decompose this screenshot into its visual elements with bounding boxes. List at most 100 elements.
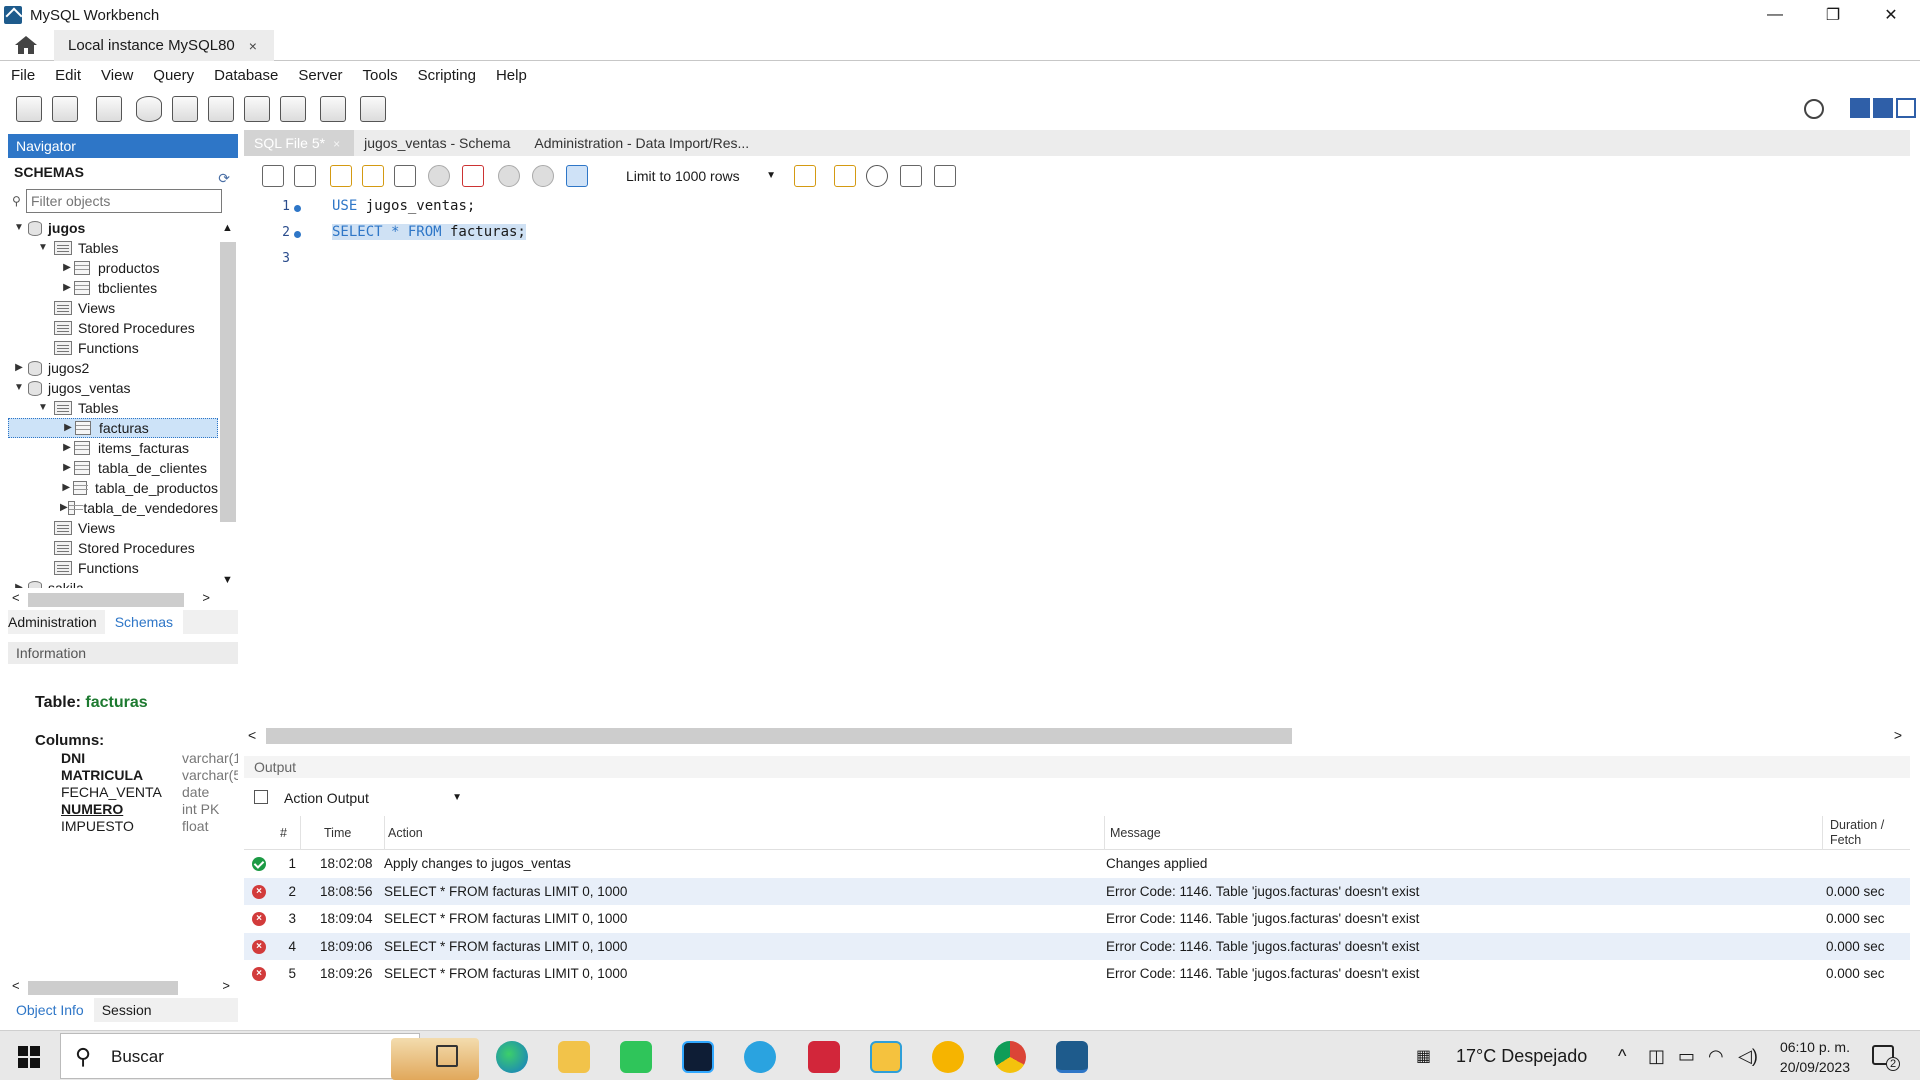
create-table-icon[interactable]: [172, 96, 198, 122]
connection-tab[interactable]: Local instance MySQL80 ×: [54, 30, 274, 61]
reconnect-icon[interactable]: [360, 96, 386, 122]
weather-text[interactable]: 17°C Despejado: [1456, 1046, 1587, 1067]
scroll-right-icon[interactable]: >: [1894, 727, 1902, 743]
scroll-left-icon[interactable]: <: [12, 978, 20, 993]
tab-schemas[interactable]: Schemas: [104, 610, 184, 634]
restore-button[interactable]: ❐: [1804, 0, 1862, 30]
menu-view[interactable]: View: [101, 67, 133, 84]
tree-item[interactable]: ▼ jugos: [8, 218, 218, 238]
collapse-triangle-icon[interactable]: ▶: [12, 578, 26, 588]
tree-item[interactable]: ▶ tabla_de_productos: [8, 478, 218, 498]
tree-item[interactable]: ▼ Tables: [8, 398, 218, 418]
create-view-icon[interactable]: [208, 96, 234, 122]
menu-tools[interactable]: Tools: [363, 67, 398, 84]
col-action[interactable]: Action: [388, 826, 423, 840]
tree-item[interactable]: ▼ jugos_ventas: [8, 378, 218, 398]
tree-item[interactable]: ▶ tabla_de_clientes: [8, 458, 218, 478]
tree-item[interactable]: ▶ items_facturas: [8, 438, 218, 458]
rollback-icon[interactable]: [532, 165, 554, 187]
output-row[interactable]: × 5 18:09:26 SELECT * FROM facturas LIMIT 0…: [244, 960, 1910, 988]
telegram-icon[interactable]: [744, 1041, 776, 1073]
code-line[interactable]: USE jugos_ventas;: [332, 198, 475, 214]
mysql-workbench-taskbar-icon[interactable]: [1056, 1041, 1088, 1073]
notifications-icon[interactable]: 2: [1872, 1045, 1900, 1071]
execute-current-icon[interactable]: [362, 165, 384, 187]
menu-scripting[interactable]: Scripting: [418, 67, 476, 84]
tree-item[interactable]: ▶ tbclientes: [8, 278, 218, 298]
phone-app-icon[interactable]: [620, 1041, 652, 1073]
open-file-icon[interactable]: [262, 165, 284, 187]
expand-triangle-icon[interactable]: ▼: [12, 378, 26, 398]
tree-item[interactable]: Stored Procedures: [8, 538, 218, 558]
tree-item[interactable]: Functions: [8, 558, 218, 578]
task-view-icon[interactable]: [436, 1045, 458, 1067]
open-sql-script-icon[interactable]: [52, 96, 78, 122]
scroll-down-icon[interactable]: ▼: [222, 574, 233, 586]
account-icon[interactable]: [1804, 99, 1824, 119]
execute-icon[interactable]: [330, 165, 352, 187]
photoshop-icon[interactable]: [682, 1041, 714, 1073]
new-sql-tab-icon[interactable]: [16, 96, 42, 122]
filter-objects-input[interactable]: [26, 189, 222, 213]
col-duration[interactable]: Duration / Fetch: [1830, 818, 1890, 848]
network-icon[interactable]: ◫: [1648, 1046, 1665, 1067]
word-wrap-icon[interactable]: [934, 165, 956, 187]
tree-item[interactable]: ▼ Tables: [8, 238, 218, 258]
output-row[interactable]: × 2 18:08:56 SELECT * FROM facturas LIMIT 0…: [244, 877, 1910, 905]
menu-database[interactable]: Database: [214, 67, 278, 84]
scrollbar-thumb[interactable]: [220, 242, 236, 522]
stop-icon[interactable]: [428, 165, 450, 187]
beautify-icon[interactable]: [834, 165, 856, 187]
tree-item[interactable]: Views: [8, 298, 218, 318]
close-button[interactable]: ✕: [1862, 0, 1920, 30]
create-function-icon[interactable]: [280, 96, 306, 122]
tab-schema[interactable]: jugos_ventas - Schema: [354, 130, 524, 156]
scrollbar-thumb[interactable]: [28, 981, 178, 995]
tree-item[interactable]: Stored Procedures: [8, 318, 218, 338]
tab-session[interactable]: Session: [94, 998, 162, 1022]
toggle-output-icon[interactable]: [1873, 98, 1893, 118]
tab-object-info[interactable]: Object Info: [8, 998, 94, 1022]
collapse-triangle-icon[interactable]: ▶: [60, 278, 74, 298]
chrome-icon[interactable]: [994, 1041, 1026, 1073]
col-message[interactable]: Message: [1110, 826, 1161, 840]
tree-item[interactable]: Views: [8, 518, 218, 538]
invisible-chars-icon[interactable]: [900, 165, 922, 187]
find-icon[interactable]: [866, 165, 888, 187]
create-schema-icon[interactable]: [136, 96, 162, 122]
copy-icon[interactable]: [254, 790, 268, 804]
collapse-triangle-icon[interactable]: ▶: [61, 418, 75, 438]
search-table-data-icon[interactable]: [320, 96, 346, 122]
explain-icon[interactable]: [394, 165, 416, 187]
taskbar-clock[interactable]: 06:10 p. m. 20/09/2023: [1780, 1037, 1850, 1077]
windows-start-icon[interactable]: [18, 1046, 40, 1068]
limit-rows-select[interactable]: Limit to 1000 rows ▼: [626, 165, 776, 187]
home-icon[interactable]: [12, 34, 40, 56]
expand-triangle-icon[interactable]: ▼: [36, 398, 50, 418]
tree-item[interactable]: ▶ facturas: [8, 418, 218, 438]
col-time[interactable]: Time: [324, 826, 351, 840]
tab-data-import[interactable]: Administration - Data Import/Res...: [524, 130, 763, 156]
menu-server[interactable]: Server: [298, 67, 342, 84]
edge-icon[interactable]: [496, 1041, 528, 1073]
output-row[interactable]: × 3 18:09:04 SELECT * FROM facturas LIMIT 0…: [244, 905, 1910, 933]
collapse-triangle-icon[interactable]: ▶: [60, 258, 74, 278]
scroll-right-icon[interactable]: >: [202, 590, 210, 605]
collapse-triangle-icon[interactable]: ▶: [60, 478, 73, 498]
autocommit-icon[interactable]: [566, 165, 588, 187]
battery-icon[interactable]: ▭: [1678, 1046, 1695, 1067]
expand-triangle-icon[interactable]: ▼: [36, 238, 50, 258]
scroll-left-icon[interactable]: <: [12, 590, 20, 605]
collapse-triangle-icon[interactable]: ▶: [60, 438, 74, 458]
tree-item[interactable]: Functions: [8, 338, 218, 358]
toggle-sidebar-icon[interactable]: [1850, 98, 1870, 118]
tree-item[interactable]: ▶ productos: [8, 258, 218, 278]
scrollbar-thumb[interactable]: [266, 728, 1292, 744]
save-icon[interactable]: [294, 165, 316, 187]
inspector-icon[interactable]: [96, 96, 122, 122]
output-type-select[interactable]: Action Output ▼: [280, 786, 466, 810]
volume-icon[interactable]: ◁): [1738, 1046, 1758, 1067]
code-line[interactable]: SELECT * FROM facturas;: [332, 224, 526, 240]
output-row[interactable]: 1 18:02:08 Apply changes to jugos_ventas Ch…: [244, 850, 1910, 878]
tree-item[interactable]: ▶ jugos2: [8, 358, 218, 378]
